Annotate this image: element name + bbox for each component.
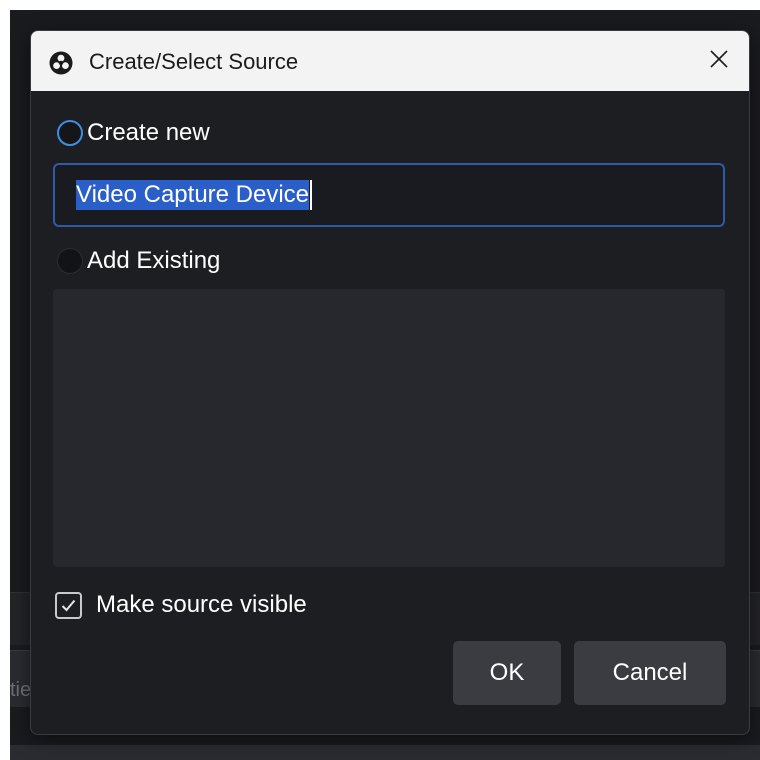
source-name-input[interactable]: Video Capture Device xyxy=(53,163,725,227)
existing-sources-list[interactable] xyxy=(53,289,725,567)
screen: tie Create/Select Source Create new Vide… xyxy=(0,0,760,760)
close-icon xyxy=(709,49,729,74)
dialog-title: Create/Select Source xyxy=(89,49,299,74)
create-new-label: Create new xyxy=(87,119,210,146)
text-caret xyxy=(310,180,313,210)
close-button[interactable] xyxy=(689,31,749,91)
dialog-titlebar: Create/Select Source xyxy=(31,31,749,91)
make-source-visible-label: Make source visible xyxy=(96,591,307,618)
add-existing-radio[interactable]: Add Existing xyxy=(57,245,220,277)
ok-button[interactable]: OK xyxy=(453,641,561,705)
radio-unselected-indicator xyxy=(57,248,83,274)
add-existing-label: Add Existing xyxy=(87,247,221,274)
background-statusbar xyxy=(10,745,760,760)
cancel-button[interactable]: Cancel xyxy=(574,641,726,705)
checkbox-checked-icon xyxy=(55,591,82,619)
create-select-source-dialog: Create/Select Source Create new Video Ca… xyxy=(30,30,750,735)
create-new-radio[interactable]: Create new xyxy=(57,117,210,149)
background-partial-text: tie xyxy=(10,679,32,701)
make-source-visible-checkbox[interactable]: Make source visible xyxy=(55,589,307,621)
source-name-value: Video Capture Device xyxy=(76,180,310,210)
obs-logo-icon xyxy=(49,51,73,75)
radio-selected-indicator xyxy=(57,120,83,146)
